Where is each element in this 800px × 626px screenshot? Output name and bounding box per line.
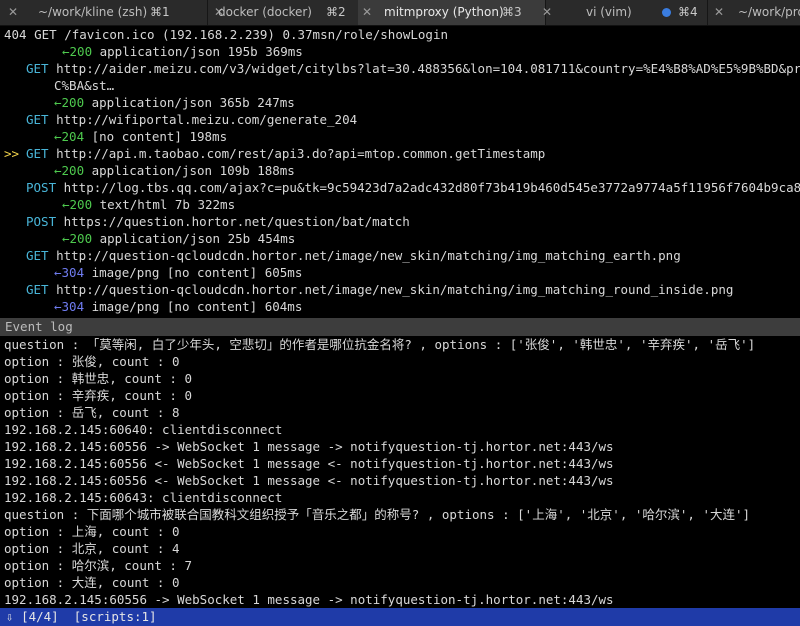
event-log-line: option : 岳飞, count : 8 [4, 405, 180, 420]
response-info: application/json 195b 369ms [92, 44, 303, 59]
event-log-line: option : 张俊, count : 0 [4, 354, 180, 369]
flow-row[interactable]: POST http://log.tbs.qq.com/ajax?c=pu&tk=… [0, 179, 800, 196]
flow-response: ←200 application/json 109b 188ms [0, 162, 800, 179]
request-url-continued: C%BA&st… [54, 78, 115, 93]
flow-row[interactable]: POST https://question.hortor.net/questio… [0, 213, 800, 230]
status-bar: ⇩ [4/4] [scripts:1] [0, 608, 800, 626]
request-method: GET [26, 282, 49, 297]
flow-url-continued: C%BA&st… [0, 77, 800, 94]
event-log-line: 192.168.2.145:60643: clientdisconnect [4, 490, 283, 505]
response-code: ←304 [54, 265, 85, 280]
response-code: ←200 [54, 163, 85, 178]
request-url: http://aider.meizu.com/v3/widget/citylbs… [48, 61, 800, 76]
event-log-line: 192.168.2.145:60556 <- WebSocket 1 messa… [4, 473, 614, 488]
tab-title: mitmproxy (Python) [384, 5, 504, 19]
event-log-line: option : 大连, count : 0 [4, 575, 180, 590]
tab-bar: ✕ ~/work/kline (zsh) ⌘1 ✕ docker (docker… [0, 0, 800, 26]
response-info: application/json 365b 247ms [84, 95, 295, 110]
request-method: GET [26, 146, 49, 161]
request-method: POST [26, 180, 57, 195]
flow-row[interactable]: GET http://wifiportal.meizu.com/generate… [0, 111, 800, 128]
event-log-line: question : 下面哪个城市被联合国教科文组织授予「音乐之都」的称号? ,… [4, 507, 751, 522]
tab-work-pro[interactable]: ✕ ~/work/pro [708, 0, 800, 25]
close-icon[interactable]: ✕ [362, 5, 372, 19]
flow-response: ←304 image/png [no content] 605ms [0, 264, 800, 281]
response-code: ←304 [54, 299, 85, 314]
response-info: image/png [no content] 605ms [84, 265, 303, 280]
response-info: application/json 109b 188ms [84, 163, 295, 178]
tab-title: docker (docker) [218, 5, 312, 19]
request-url: http://question-qcloudcdn.hortor.net/ima… [48, 282, 734, 297]
tab-mitmproxy[interactable]: ✕ mitmproxy (Python) ⌘3 [358, 0, 546, 25]
selection-cursor-icon: >> [4, 146, 20, 161]
flow-response: ←200 application/json 25b 454ms [0, 230, 800, 247]
event-log-line: option : 韩世忠, count : 0 [4, 371, 193, 386]
flow-response: ←304 image/png [no content] 604ms [0, 298, 800, 315]
flow-row[interactable]: GET http://aider.meizu.com/v3/widget/cit… [0, 60, 800, 77]
tab-title: ~/work/kline (zsh) [38, 5, 148, 19]
request-url: http://log.tbs.qq.com/ajax?c=pu&tk=9c594… [56, 180, 800, 195]
response-info: application/json 25b 454ms [92, 231, 296, 246]
event-log-line: option : 辛弃疾, count : 0 [4, 388, 193, 403]
request-method: GET [26, 61, 49, 76]
tab-shortcut: ⌘2 [326, 5, 346, 19]
request-url: http://wifiportal.meizu.com/generate_204 [48, 112, 358, 127]
response-code: ←200 [62, 197, 93, 212]
tab-title: vi (vim) [586, 5, 632, 19]
flow-row[interactable]: 404 GET /favicon.ico (192.168.2.239) 0.3… [0, 26, 800, 43]
event-log-header: Event log [0, 318, 800, 336]
request-method: GET [26, 248, 49, 263]
event-log-line: 192.168.2.145:60640: clientdisconnect [4, 422, 283, 437]
flow-response: ←200 application/json 195b 369ms [0, 43, 800, 60]
flow-row-selected[interactable]: >> GET http://api.m.taobao.com/rest/api3.… [0, 145, 800, 162]
event-log-line: option : 哈尔滨, count : 7 [4, 558, 193, 573]
request-method: POST [26, 214, 57, 229]
response-code: ←200 [62, 44, 93, 59]
response-code: ←200 [54, 95, 85, 110]
close-icon[interactable]: ✕ [714, 5, 724, 19]
response-info: text/html 7b 322ms [92, 197, 236, 212]
tab-vim[interactable]: ✕ vi (vim) ⌘4 [536, 0, 708, 25]
tab-title: ~/work/pro [738, 5, 800, 19]
flow-response: ←200 text/html 7b 322ms [0, 196, 800, 213]
event-log-line: 192.168.2.145:60556 <- WebSocket 1 messa… [4, 456, 614, 471]
request-method: GET [26, 112, 49, 127]
flow-row[interactable]: GET http://question-qcloudcdn.hortor.net… [0, 281, 800, 298]
tab-docker[interactable]: ✕ docker (docker) ⌘2 [208, 0, 376, 25]
close-icon[interactable]: ✕ [542, 5, 552, 19]
flow-row[interactable]: GET http://question-qcloudcdn.hortor.net… [0, 247, 800, 264]
tab-shortcut: ⌘3 [502, 5, 522, 19]
response-info: [no content] 198ms [84, 129, 228, 144]
event-log-line: question : 「莫等闲, 白了少年头, 空悲切」的作者是哪位抗金名将? … [4, 337, 756, 352]
tab-kline-zsh[interactable]: ✕ ~/work/kline (zsh) ⌘1 [0, 0, 208, 25]
activity-dot-icon [662, 8, 671, 17]
response-info: image/png [no content] 604ms [84, 299, 303, 314]
follow-arrow-icon: ⇩ [6, 609, 14, 624]
tab-shortcut: ⌘4 [678, 5, 698, 19]
close-icon[interactable]: ✕ [8, 5, 18, 19]
tab-shortcut: ⌘1 [150, 5, 170, 19]
event-log-line: option : 北京, count : 4 [4, 541, 180, 556]
event-log-line: 192.168.2.145:60556 -> WebSocket 1 messa… [4, 592, 614, 607]
flow-response: ←200 application/json 365b 247ms [0, 94, 800, 111]
request-url: https://question.hortor.net/question/bat… [56, 214, 410, 229]
event-log-line: 192.168.2.145:60556 -> WebSocket 1 messa… [4, 439, 614, 454]
response-code: ←200 [62, 231, 93, 246]
request-url: http://api.m.taobao.com/rest/api3.do?api… [48, 146, 546, 161]
flow-response: ←204 [no content] 198ms [0, 128, 800, 145]
response-code: ←204 [54, 129, 85, 144]
flow-status-text: 404 GET /favicon.ico (192.168.2.239) 0.3… [4, 27, 449, 42]
event-log-line: option : 上海, count : 0 [4, 524, 180, 539]
scripts-count: [scripts:1] [73, 609, 157, 624]
request-url: http://question-qcloudcdn.hortor.net/ima… [48, 248, 681, 263]
flow-position: [4/4] [21, 609, 59, 624]
